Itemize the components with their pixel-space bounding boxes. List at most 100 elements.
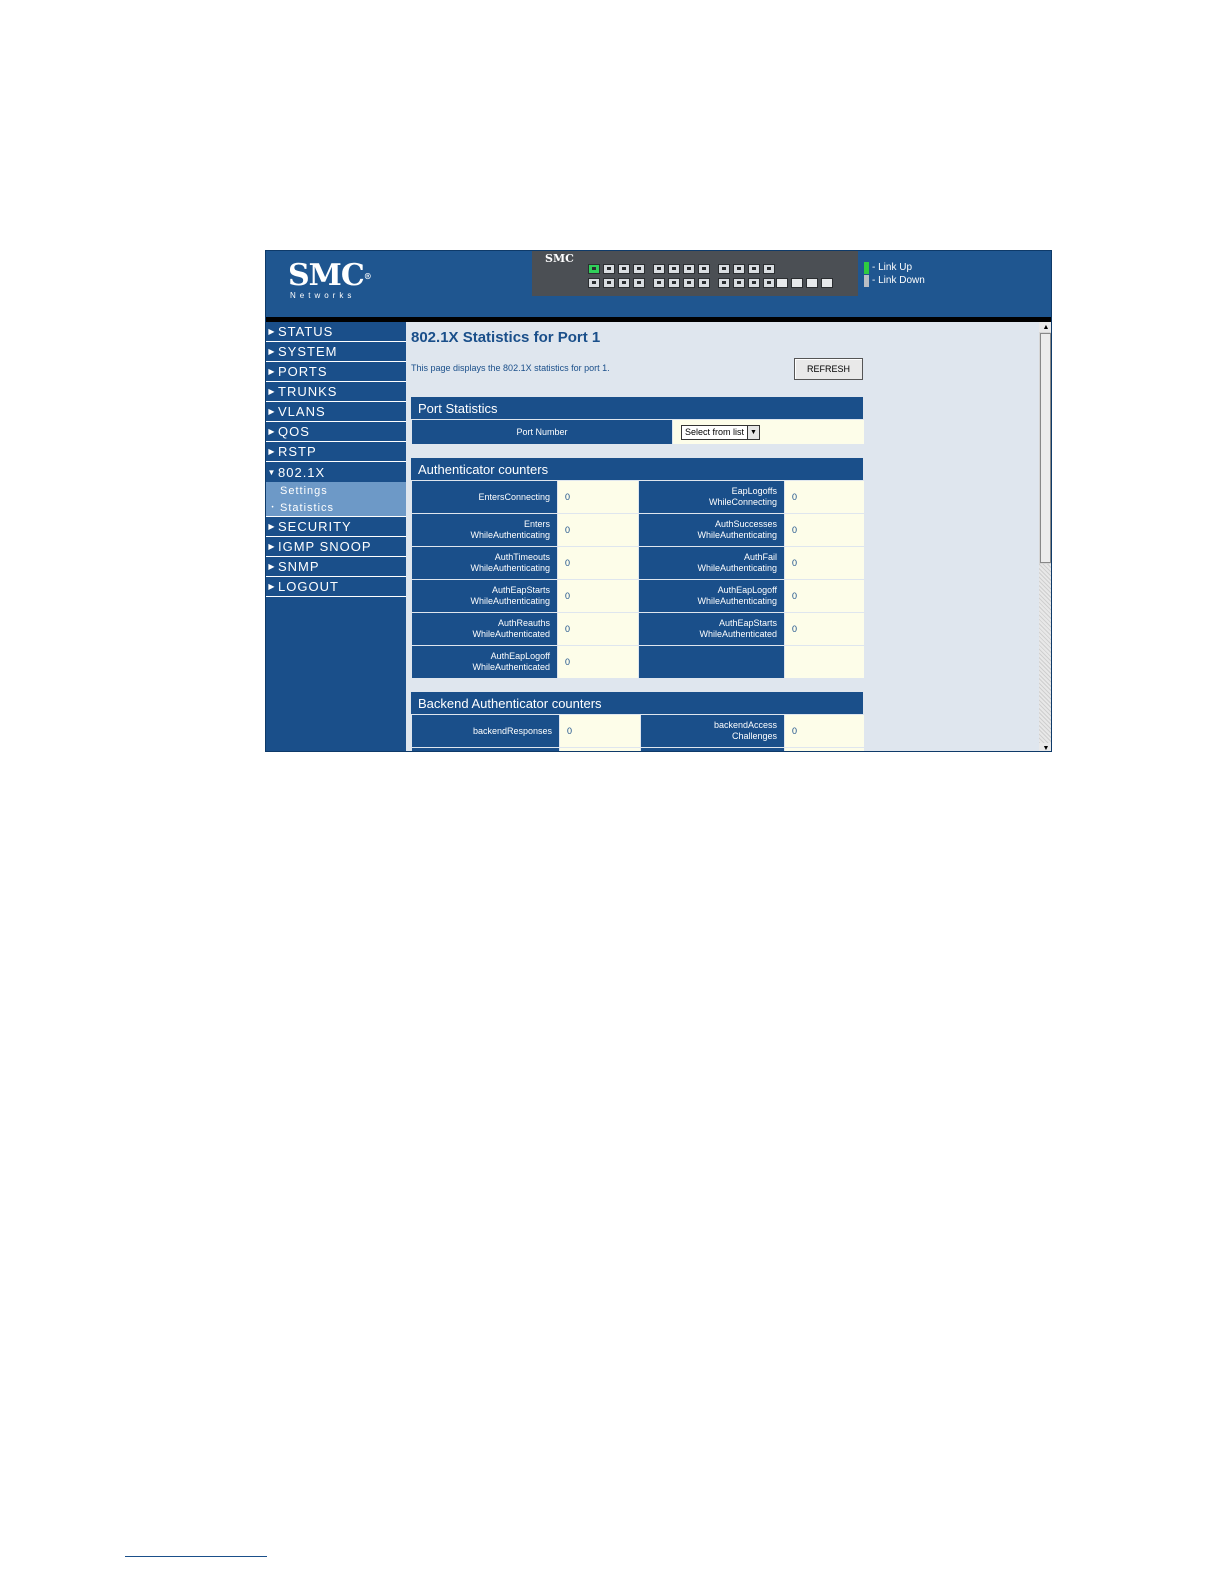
sfp-port-icon[interactable]	[806, 278, 818, 288]
sidebar-subitem-label: Settings	[280, 484, 328, 497]
sidebar-item-label: STATUS	[278, 324, 334, 339]
counter-value: 0	[557, 480, 639, 514]
link-down-swatch-icon	[864, 274, 869, 287]
counter-label: AuthEapStarts WhileAuthenticated	[638, 612, 785, 646]
counter-value: 0	[559, 714, 641, 748]
counter-label: AuthTimeouts WhileAuthenticating	[411, 546, 558, 580]
counter-label: AuthEapLogoff WhileAuthenticating	[638, 579, 785, 613]
sidebar-item-ports[interactable]: ▶ PORTS	[266, 362, 406, 382]
counter-value: 0	[784, 480, 865, 514]
port-icon[interactable]	[668, 264, 680, 274]
port-icon[interactable]	[618, 264, 630, 274]
sidebar-item-snmp[interactable]: ▶ SNMP	[266, 557, 406, 577]
counter-label: EntersConnecting	[411, 480, 558, 514]
triangle-down-icon: ▼	[267, 467, 277, 477]
sidebar-item-igmp-snoop[interactable]: ▶ IGMP SNOOP	[266, 537, 406, 557]
counter-label: AuthSuccesses WhileAuthenticating	[638, 513, 785, 547]
authenticator-counters-table: EntersConnecting 0 EapLogoffs WhileConnec…	[411, 480, 865, 679]
legend-label: - Link Up	[872, 262, 913, 273]
vertical-scrollbar[interactable]: ▲ ▼	[1039, 322, 1051, 751]
counter-value: 0	[557, 513, 639, 547]
table-row: backendResponses 0 backendAccess Challeng…	[411, 714, 865, 748]
sidebar-subitem-settings[interactable]: Settings	[266, 482, 406, 499]
switch-brand: SMC	[545, 252, 574, 265]
port-icon[interactable]	[588, 278, 600, 288]
table-row: Enters WhileAuthenticating 0 AuthSuccesse…	[411, 513, 865, 547]
sidebar-item-qos[interactable]: ▶ QOS	[266, 422, 406, 442]
page-description: This page displays the 802.1X statistics…	[411, 363, 610, 373]
counter-label	[640, 747, 785, 751]
counter-value: 0	[557, 612, 639, 646]
port-icon[interactable]	[733, 278, 745, 288]
sidebar-item-system[interactable]: ▶ SYSTEM	[266, 342, 406, 362]
triangle-right-icon: ▶	[268, 347, 276, 356]
empty-cell	[638, 645, 785, 679]
port-icon[interactable]	[733, 264, 745, 274]
refresh-button[interactable]: REFRESH	[794, 358, 863, 380]
counter-value: 0	[557, 546, 639, 580]
link-up-swatch-icon	[864, 261, 869, 274]
table-row: AuthEapStarts WhileAuthenticating 0 AuthE…	[411, 579, 865, 613]
port-icon[interactable]	[668, 278, 680, 288]
scroll-track[interactable]	[1039, 564, 1051, 743]
port-icon[interactable]	[683, 278, 695, 288]
port-number-select[interactable]: Select from list ▼	[681, 424, 761, 440]
backend-counters-header: Backend Authenticator counters	[411, 692, 863, 714]
port-icon[interactable]	[748, 278, 760, 288]
counter-label: AuthFail WhileAuthenticating	[638, 546, 785, 580]
port-icon[interactable]	[718, 264, 730, 274]
sidebar-item-label: 802.1X	[278, 464, 326, 480]
chevron-down-icon: ▼	[747, 425, 760, 439]
sidebar-item-rstp[interactable]: ▶ RSTP	[266, 442, 406, 462]
counter-label: AuthEapStarts WhileAuthenticating	[411, 579, 558, 613]
sidebar-item-8021x[interactable]: ▼ 802.1X	[266, 462, 406, 482]
scroll-thumb[interactable]	[1040, 333, 1051, 563]
bullet-icon: •	[271, 504, 275, 511]
port-icon[interactable]	[633, 264, 645, 274]
authenticator-counters-header: Authenticator counters	[411, 458, 863, 480]
table-row: AuthTimeouts WhileAuthenticating 0 AuthFa…	[411, 546, 865, 580]
port-icon[interactable]	[603, 278, 615, 288]
port-icon[interactable]	[748, 264, 760, 274]
page-title: 802.1X Statistics for Port 1	[411, 329, 601, 346]
sfp-port-icon[interactable]	[821, 278, 833, 288]
backend-counters-table: backendResponses 0 backendAccess Challeng…	[411, 714, 865, 751]
port-icon[interactable]	[718, 278, 730, 288]
scroll-up-arrow-icon[interactable]: ▲	[1039, 322, 1051, 332]
sidebar-item-security[interactable]: ▶ SECURITY	[266, 517, 406, 537]
triangle-right-icon: ▶	[268, 447, 276, 456]
sidebar-item-trunks[interactable]: ▶ TRUNKS	[266, 382, 406, 402]
port-icon[interactable]	[763, 264, 775, 274]
port-row-top	[588, 264, 783, 276]
sidebar-item-label: SYSTEM	[278, 344, 338, 359]
port-icon[interactable]	[698, 264, 710, 274]
port-icon[interactable]	[698, 278, 710, 288]
port-icon[interactable]	[603, 264, 615, 274]
port-icon[interactable]	[618, 278, 630, 288]
table-row: AuthReauths WhileAuthenticated 0 AuthEapS…	[411, 612, 865, 646]
sfp-port-icon[interactable]	[791, 278, 803, 288]
port-icon[interactable]	[588, 264, 600, 274]
sidebar-item-status[interactable]: ▶ STATUS	[266, 322, 406, 342]
port-icon[interactable]	[763, 278, 775, 288]
counter-value: 0	[784, 612, 865, 646]
port-icon[interactable]	[653, 264, 665, 274]
legend-link-down: - Link Down	[864, 274, 925, 287]
scroll-down-arrow-icon[interactable]: ▼	[1039, 743, 1051, 751]
port-number-cell: Select from list ▼	[672, 419, 865, 445]
triangle-right-icon: ▶	[268, 522, 276, 531]
switch-front-panel: SMC	[532, 251, 858, 296]
sfp-port-icon[interactable]	[776, 278, 788, 288]
port-icon[interactable]	[653, 278, 665, 288]
sidebar-item-logout[interactable]: ▶ LOGOUT	[266, 577, 406, 597]
sidebar-subitem-label: Statistics	[280, 501, 335, 514]
sidebar-item-vlans[interactable]: ▶ VLANS	[266, 402, 406, 422]
counter-value	[784, 747, 865, 751]
table-row: Port Number Select from list ▼	[411, 419, 865, 445]
counter-label: EapLogoffs WhileConnecting	[638, 480, 785, 514]
triangle-right-icon: ▶	[268, 387, 276, 396]
smc-logo: SMC® Networks	[288, 261, 372, 301]
port-icon[interactable]	[683, 264, 695, 274]
port-icon[interactable]	[633, 278, 645, 288]
sidebar-subitem-statistics[interactable]: • Statistics	[266, 499, 406, 517]
